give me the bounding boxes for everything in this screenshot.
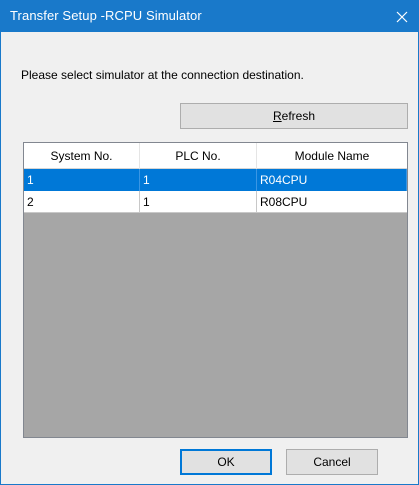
simulator-table: System No. PLC No. Module Name 1 1 R04CP… [23,142,408,438]
cancel-button[interactable]: Cancel [286,449,378,475]
refresh-label: efresh [281,109,316,123]
close-button[interactable] [386,1,418,32]
cell-module-name: R08CPU [260,195,308,209]
table-row[interactable]: 1 1 R04CPU [24,169,407,191]
cell-plc-no: 1 [140,191,257,213]
ok-button[interactable]: OK [180,449,272,475]
window-title: Transfer Setup -RCPU Simulator [10,8,202,23]
instruction-text: Please select simulator at the connectio… [21,68,304,82]
close-icon [396,11,408,22]
column-header-plc-no[interactable]: PLC No. [140,143,257,169]
table-row[interactable]: 2 1 R08CPU [24,191,407,213]
column-header-module-name[interactable]: Module Name [257,143,407,169]
table-header: System No. PLC No. Module Name [24,143,407,169]
transfer-setup-dialog: Transfer Setup -RCPU Simulator Please se… [0,0,419,485]
refresh-button[interactable]: Refresh [180,103,408,129]
cell-plc-no: 1 [140,169,257,191]
refresh-accelerator: R [272,109,282,123]
cell-system-no: 1 [24,169,140,191]
title-bar[interactable]: Transfer Setup -RCPU Simulator [1,1,418,32]
cell-system-no: 2 [24,191,140,213]
column-header-system-no[interactable]: System No. [24,143,140,169]
cell-module-name: R04CPU [257,169,407,191]
